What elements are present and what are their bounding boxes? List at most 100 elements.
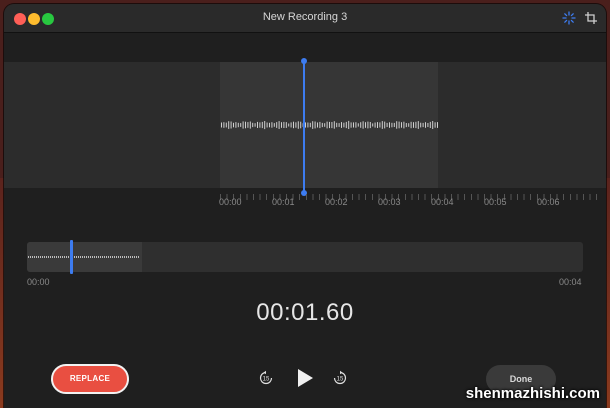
waveform-bar (401, 122, 402, 128)
waveform-bar (237, 122, 239, 128)
waveform-bar (384, 121, 386, 129)
overview-start-time: 00:00 (27, 277, 50, 287)
waveform-bar (398, 121, 400, 129)
waveform-bar (307, 122, 309, 128)
waveform-bar (391, 122, 393, 128)
skip-back-label: 15 (263, 377, 270, 383)
waveform-bar (413, 122, 414, 128)
ruler-label: 00:00 (219, 197, 242, 207)
waveform-bar (360, 122, 362, 128)
waveform-bar (437, 122, 438, 128)
waveform-bar (285, 122, 287, 128)
waveform-bar (427, 123, 429, 127)
waveform-bar (372, 123, 374, 127)
waveform-bar (357, 123, 359, 127)
waveform-bar (432, 121, 434, 129)
waveform-bar (405, 123, 407, 128)
overview-playhead[interactable] (70, 240, 73, 274)
playhead-top-handle[interactable] (301, 58, 307, 64)
waveform-bar (348, 120, 350, 129)
waveform-bar (321, 122, 323, 128)
waveform-bar (300, 121, 302, 129)
waveform-bar (281, 122, 282, 128)
waveform-bar (233, 122, 234, 128)
waveform-bar (228, 121, 230, 129)
waveform-bar (345, 121, 347, 129)
waveform-bar (326, 121, 328, 129)
waveform-bar (312, 121, 314, 129)
replace-button[interactable]: REPLACE (51, 364, 129, 394)
play-icon[interactable] (295, 367, 315, 389)
waveform-bar (283, 121, 285, 128)
window-title: New Recording 3 (262, 11, 348, 23)
ruler-label: 00:01 (272, 197, 295, 207)
waveform-bar (249, 121, 251, 129)
waveform-bar (393, 122, 395, 127)
watermark-text: shenmazhishi.com (465, 385, 600, 402)
waveform-bar (417, 121, 419, 129)
waveform-bar (252, 122, 254, 128)
waveform-bar (338, 123, 340, 127)
waveform-bar (257, 121, 258, 128)
waveform-bar (341, 122, 342, 128)
waveform-bar (386, 122, 388, 127)
waveform-bar (379, 122, 381, 128)
waveform-bar (329, 121, 330, 129)
skip-forward-label: 15 (337, 377, 344, 383)
waveform-bar (408, 123, 410, 127)
waveform-bar (297, 121, 299, 129)
waveform-bar (247, 122, 249, 128)
waveform-bar (367, 121, 369, 129)
waveform-bar (319, 121, 321, 129)
ruler-label: 00:02 (325, 197, 348, 207)
waveform-bar (317, 122, 318, 128)
waveform-bar (254, 123, 256, 127)
voice-memos-window: New Recording 3 00:00 00:01 00:02 00:03 00:0… (4, 4, 606, 408)
waveform-bar (374, 122, 376, 128)
waveform-bar (235, 122, 237, 128)
waveform-bar (242, 121, 244, 129)
waveform-bar (221, 122, 222, 128)
waveform-bar (261, 121, 263, 129)
sparkle-icon[interactable] (561, 10, 577, 26)
waveform-bar (362, 121, 364, 129)
waveform-bar (288, 123, 290, 127)
waveform-bar (353, 122, 354, 128)
waveform-bar (230, 121, 232, 129)
waveform-bar (269, 122, 270, 128)
ruler-label: 00:05 (484, 197, 507, 207)
waveform-bar (314, 121, 316, 129)
ruler-label: 00:04 (431, 197, 454, 207)
waveform-bar (276, 122, 278, 128)
playhead[interactable] (303, 61, 305, 194)
waveform-bar (365, 122, 366, 128)
waveform-bar (223, 122, 225, 128)
waveform-bar (245, 121, 246, 129)
waveform-bar (343, 122, 345, 128)
waveform-bar (381, 121, 383, 129)
waveform-bar (305, 122, 306, 128)
waveform-bar (434, 122, 436, 128)
waveform-bar (422, 122, 424, 128)
waveform-bar (389, 122, 390, 128)
waveform-bar (336, 122, 338, 128)
ruler-label: 00:03 (378, 197, 401, 207)
waveform-bar (429, 121, 431, 128)
ruler-label: 00:06 (537, 197, 560, 207)
skip-back-15-icon[interactable]: 15 (258, 370, 274, 386)
waveform-bar (369, 122, 371, 129)
waveform-bar (350, 122, 352, 128)
waveform-bar (377, 122, 378, 128)
overview-waveform (28, 256, 140, 258)
waveform-bar (333, 121, 335, 129)
waveform-bar (259, 122, 261, 128)
waveform-bar (290, 122, 292, 128)
skip-forward-15-icon[interactable]: 15 (332, 370, 348, 386)
trim-icon[interactable] (583, 10, 599, 26)
waveform-bar (273, 123, 275, 127)
waveform-bar (415, 121, 417, 129)
waveform-bar (324, 123, 326, 127)
waveform (221, 120, 438, 130)
waveform-bar (225, 122, 227, 128)
waveform-bar (420, 122, 422, 128)
